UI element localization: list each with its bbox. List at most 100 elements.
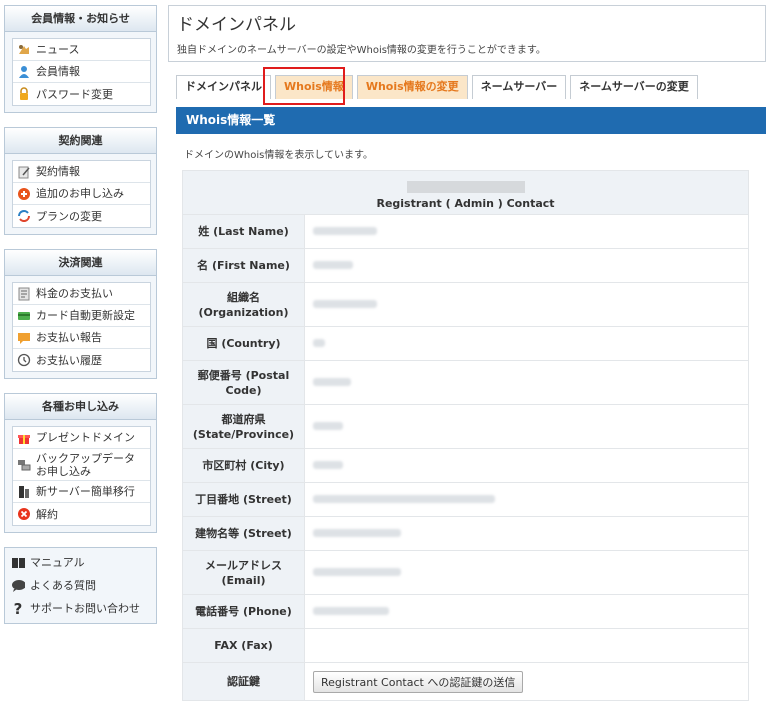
table-row: Registrant ( Admin ) Contact (182, 170, 749, 215)
table-row: 市区町村 (City) (182, 448, 749, 483)
lock-icon (17, 87, 31, 101)
backup-icon (17, 458, 31, 472)
sidebar-item-label: 契約情報 (36, 165, 80, 178)
tab-bar: ドメインパネル Whois情報 Whois情報の変更 ネームサーバー ネームサー… (176, 75, 702, 99)
sidebar-item-member-info[interactable]: 会員情報 (13, 61, 150, 83)
sidebar-item-label: バックアップデータ お申し込み (36, 451, 135, 478)
row-label: 名 (First Name) (182, 248, 305, 283)
sidebar-item-label: 料金のお支払い (36, 287, 113, 300)
sidebar-section-title: 契約関連 (5, 128, 156, 154)
row-label: 都道府県 (State/Province) (182, 404, 305, 449)
page-title: ドメインパネル (177, 15, 296, 35)
blurred-value (313, 339, 325, 347)
sidebar-item-cancellation[interactable]: 解約 (13, 503, 150, 525)
row-value (304, 248, 749, 283)
redacted-domain (406, 181, 525, 193)
row-label: 認証鍵 (182, 662, 305, 701)
table-row: 都道府県 (State/Province) (182, 404, 749, 449)
table-row: 組織名 (Organization) (182, 282, 749, 327)
row-value (304, 214, 749, 249)
sidebar-item-payment-history[interactable]: お支払い履歴 (13, 349, 150, 371)
sidebar-item-label: マニュアル (30, 556, 85, 569)
table-row: FAX (Fax) (182, 628, 749, 663)
row-value (304, 516, 749, 551)
sidebar-item-label: 追加のお申し込み (36, 187, 124, 200)
sidebar-item-server-migration[interactable]: 新サーバー簡単移行 (13, 481, 150, 503)
refresh-icon (17, 209, 31, 223)
question-icon: ? (13, 599, 23, 618)
sidebar-item-contract-info[interactable]: 契約情報 (13, 161, 150, 183)
sidebar-item-label: ニュース (36, 43, 80, 56)
whois-table: Registrant ( Admin ) Contact 姓 (Last Nam… (182, 170, 749, 701)
sidebar-item-additional[interactable]: 追加のお申し込み (13, 183, 150, 205)
tab-whois-change[interactable]: Whois情報の変更 (356, 75, 468, 99)
main-content: ドメインパネル 独自ドメインのネームサーバーの設定やWhois情報の変更を行うこ… (168, 5, 766, 701)
sidebar-item-support[interactable]: ? サポートお問い合わせ (11, 597, 150, 620)
blurred-value (313, 568, 401, 576)
sidebar-item-faq[interactable]: よくある質問 (11, 574, 150, 597)
sidebar-item-label: お支払い報告 (36, 331, 102, 344)
add-icon (17, 187, 31, 201)
sidebar: 会員情報・お知らせ ニュース 会員情報 パスワード変更 契約関連 契約情報 追加… (4, 5, 157, 624)
sidebar-item-backup[interactable]: バックアップデータ お申し込み (13, 449, 150, 481)
tab-nameserver[interactable]: ネームサーバー (471, 75, 567, 99)
blurred-value (313, 300, 377, 308)
history-icon (17, 353, 31, 367)
blurred-value (313, 261, 353, 269)
sidebar-item-present-domain[interactable]: プレゼントドメイン (13, 427, 150, 449)
row-value (304, 594, 749, 629)
row-value (304, 550, 749, 595)
sidebar-item-label: 解約 (36, 507, 58, 521)
blurred-value (313, 422, 343, 430)
blurred-value (313, 607, 389, 615)
table-row: 電話番号 (Phone) (182, 594, 749, 629)
book-icon (11, 556, 25, 570)
tab-domain-panel[interactable]: ドメインパネル (176, 75, 271, 99)
cancel-icon (17, 507, 31, 521)
page-description: 独自ドメインのネームサーバーの設定やWhois情報の変更を行うことができます。 (177, 45, 546, 56)
row-value (304, 448, 749, 483)
sidebar-item-label: プランの変更 (36, 209, 102, 223)
blurred-value (313, 529, 401, 537)
row-label: 建物名等 (Street) (182, 516, 305, 551)
faq-icon (11, 579, 25, 593)
blurred-value (313, 227, 377, 235)
sidebar-item-plan-change[interactable]: プランの変更 (13, 205, 150, 227)
blurred-value (313, 495, 495, 503)
row-value (304, 482, 749, 517)
row-value: Registrant Contact への認証鍵の送信 (304, 662, 749, 701)
sidebar-item-news[interactable]: ニュース (13, 39, 150, 61)
table-row: 建物名等 (Street) (182, 516, 749, 551)
news-icon (17, 43, 31, 57)
page-header: ドメインパネル 独自ドメインのネームサーバーの設定やWhois情報の変更を行うこ… (168, 5, 766, 62)
sidebar-item-payment[interactable]: 料金のお支払い (13, 283, 150, 305)
contract-icon (17, 165, 31, 179)
gift-icon (17, 431, 31, 445)
report-icon (17, 331, 31, 345)
sidebar-item-label: サポートお問い合わせ (30, 602, 140, 615)
sidebar-item-card-renewal[interactable]: カード自動更新設定 (13, 305, 150, 327)
sidebar-item-manual[interactable]: マニュアル (11, 551, 150, 574)
row-value (304, 404, 749, 449)
row-label: FAX (Fax) (182, 628, 305, 663)
sidebar-item-label: 会員情報 (36, 65, 80, 78)
row-label: 丁目番地 (Street) (182, 482, 305, 517)
table-row: 国 (Country) (182, 326, 749, 361)
tab-nameserver-change[interactable]: ネームサーバーの変更 (570, 75, 698, 99)
sidebar-item-label: パスワード変更 (36, 87, 113, 101)
row-label: 郵便番号 (Postal Code) (182, 360, 305, 405)
invoice-icon (17, 287, 31, 301)
sidebar-item-password[interactable]: パスワード変更 (13, 83, 150, 105)
sidebar-item-payment-report[interactable]: お支払い報告 (13, 327, 150, 349)
row-label: 姓 (Last Name) (182, 214, 305, 249)
row-value (304, 360, 749, 405)
contact-heading: Registrant ( Admin ) Contact (182, 170, 749, 215)
sidebar-item-label: よくある質問 (30, 579, 96, 592)
sidebar-section-payment: 決済関連 料金のお支払い カード自動更新設定 お支払い報告 お支払い履歴 (4, 249, 157, 379)
sidebar-section-contract: 契約関連 契約情報 追加のお申し込み プランの変更 (4, 127, 157, 235)
tab-whois-info[interactable]: Whois情報 (275, 75, 353, 99)
table-row: 名 (First Name) (182, 248, 749, 283)
send-auth-key-button[interactable]: Registrant Contact への認証鍵の送信 (313, 670, 524, 693)
sidebar-section-member: 会員情報・お知らせ ニュース 会員情報 パスワード変更 (4, 5, 157, 113)
table-row: 姓 (Last Name) (182, 214, 749, 249)
